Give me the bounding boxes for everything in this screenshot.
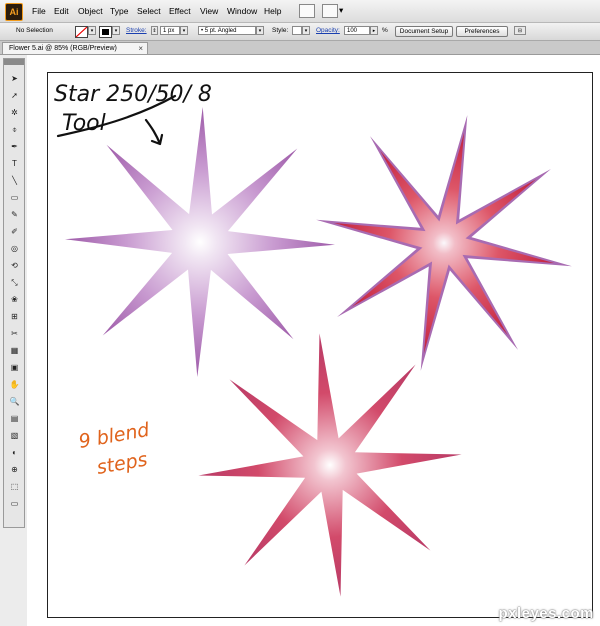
annotation-steps-line: steps — [95, 448, 149, 479]
red-star[interactable] — [198, 333, 462, 597]
annotation-blend-line: 9 blend — [77, 419, 152, 453]
star-tool-annotation: Star 250/50/ 8 Tool — [54, 82, 212, 146]
purple-star[interactable] — [65, 107, 335, 377]
annotation-arrow-icon — [144, 118, 164, 146]
artwork: Star 250/50/ 8 Tool 9 blend steps — [54, 82, 572, 597]
blend-steps-annotation: 9 blend steps — [77, 419, 152, 479]
blend-star-inner[interactable] — [333, 132, 555, 354]
annotation-tool-line: Tool — [62, 111, 106, 136]
watermark: pxleyes.com — [498, 605, 594, 622]
annotation-star-line: Star 250/50/ 8 — [54, 82, 212, 107]
